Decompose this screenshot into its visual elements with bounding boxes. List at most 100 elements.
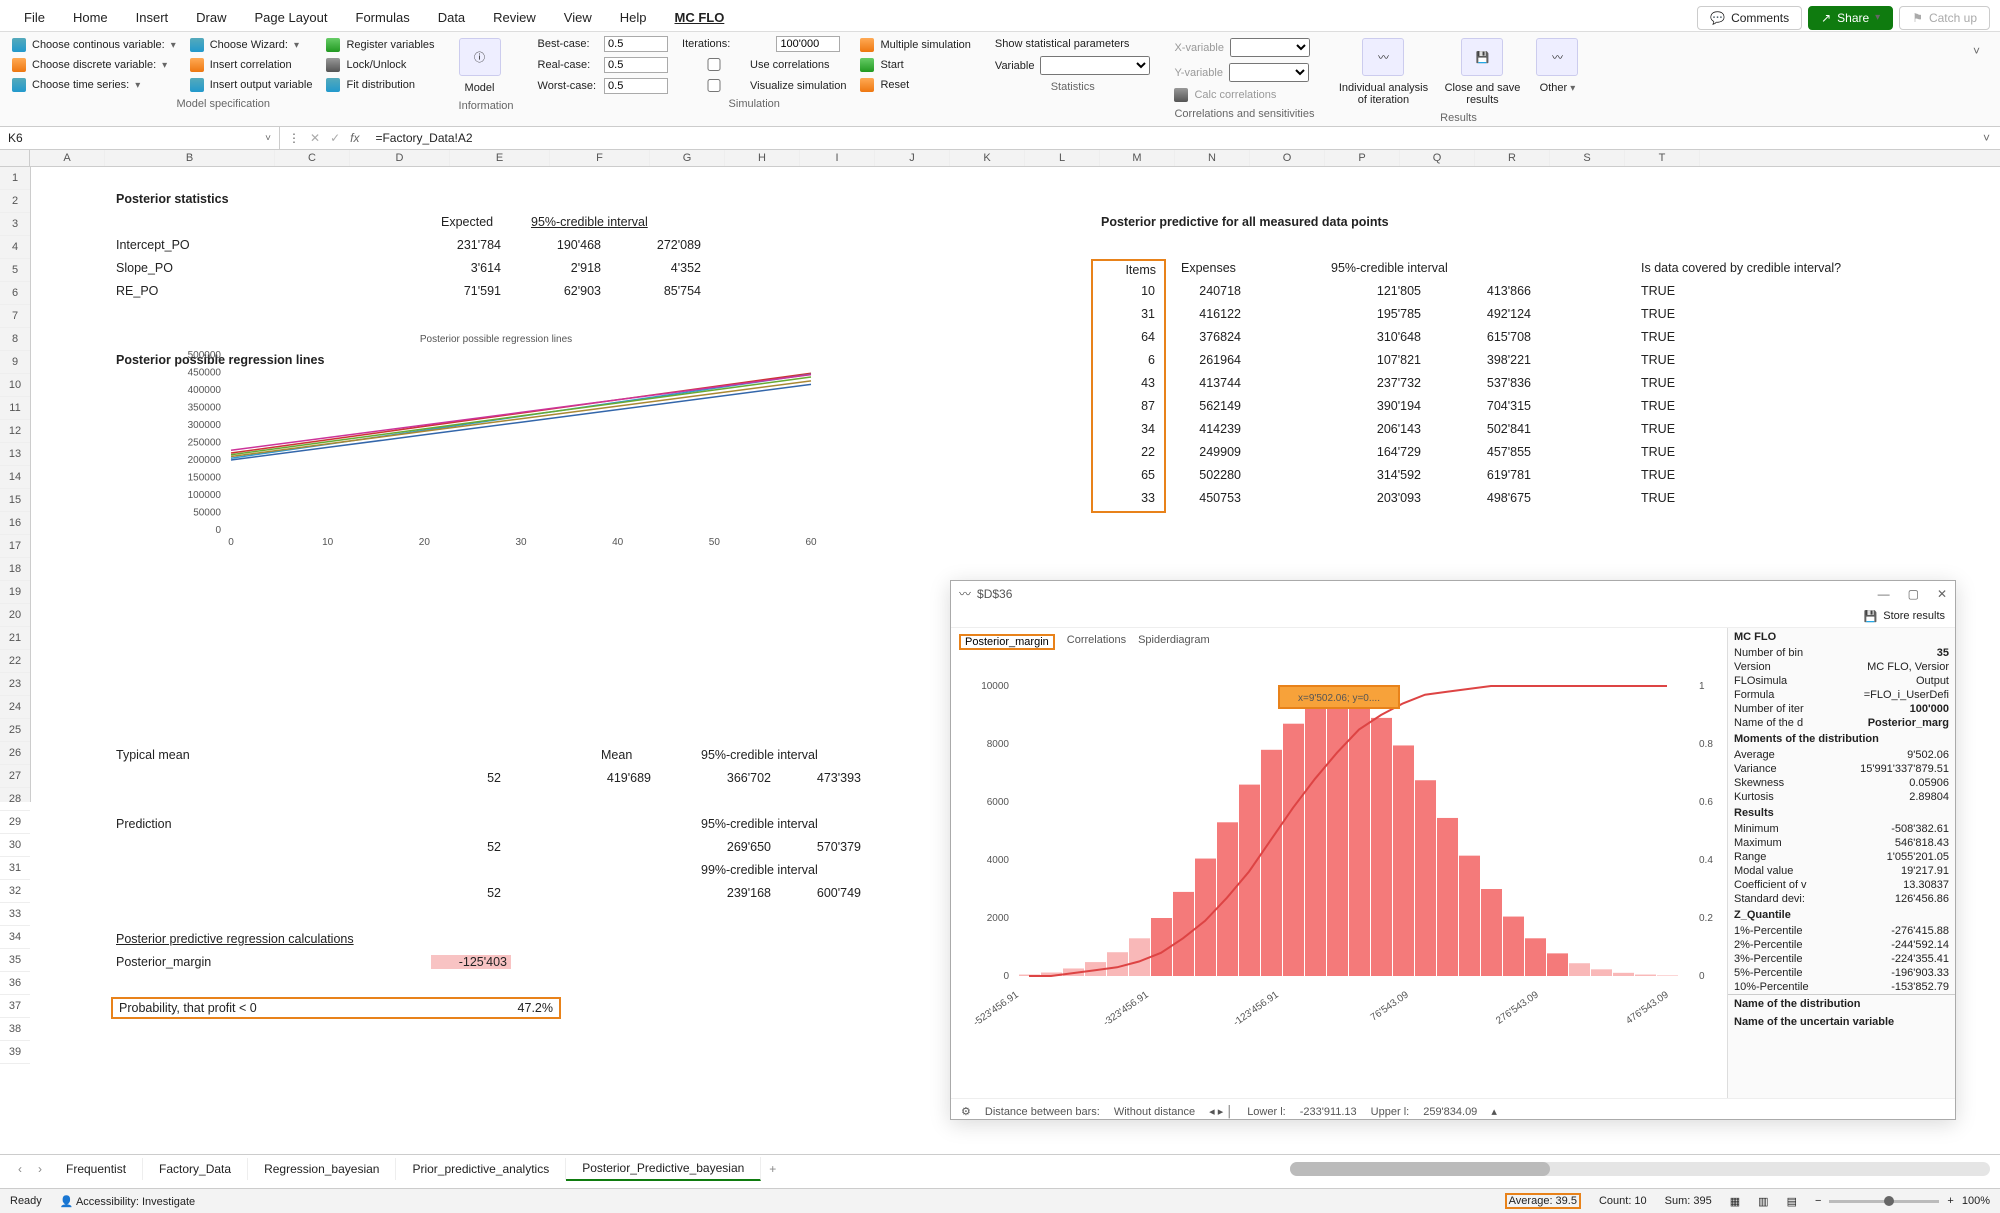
tab-mcflo[interactable]: MC FLO xyxy=(661,4,739,31)
other[interactable]: 〰 xyxy=(1536,38,1578,76)
iter-input[interactable] xyxy=(776,36,840,52)
comments-button[interactable]: 💬Comments xyxy=(1697,6,1802,30)
col-P[interactable]: P xyxy=(1325,150,1400,166)
col-J[interactable]: J xyxy=(875,150,950,166)
col-T[interactable]: T xyxy=(1625,150,1700,166)
share-button[interactable]: ↗Share▾ xyxy=(1808,6,1893,30)
sheet-prior[interactable]: Prior_predictive_analytics xyxy=(396,1158,566,1180)
col-L[interactable]: L xyxy=(1025,150,1100,166)
tab-draw[interactable]: Draw xyxy=(182,4,240,31)
multi-sim[interactable]: Multiple simulation xyxy=(860,38,970,52)
dlg-tab-spider[interactable]: Spiderdiagram xyxy=(1138,634,1210,650)
sheet-post[interactable]: Posterior_Predictive_bayesian xyxy=(566,1157,761,1181)
vizsim-check[interactable] xyxy=(682,79,746,92)
choose-timeseries[interactable]: Choose time series:▾ xyxy=(12,78,176,92)
indiv-analysis[interactable]: 〰 xyxy=(1362,38,1404,76)
col-B[interactable]: B xyxy=(105,150,275,166)
tab-data[interactable]: Data xyxy=(424,4,479,31)
view-page-icon[interactable]: ▥ xyxy=(1758,1195,1768,1208)
tab-insert[interactable]: Insert xyxy=(122,4,183,31)
choose-continuous[interactable]: Choose continous variable:▾ xyxy=(12,38,176,52)
zoom-in[interactable]: + xyxy=(1947,1195,1953,1207)
tab-help[interactable]: Help xyxy=(606,4,661,31)
col-C[interactable]: C xyxy=(275,150,350,166)
show-stats[interactable]: Show statistical parameters xyxy=(995,38,1151,50)
lock-unlock[interactable]: Lock/Unlock xyxy=(326,58,434,72)
calc-corr[interactable]: Calc correlations xyxy=(1174,88,1310,102)
add-sheet[interactable]: + xyxy=(761,1160,784,1178)
yvar-select[interactable] xyxy=(1229,63,1309,82)
col-S[interactable]: S xyxy=(1550,150,1625,166)
ul-value[interactable]: 259'834.09 xyxy=(1423,1106,1477,1118)
reset-sim[interactable]: Reset xyxy=(860,78,970,92)
col-D[interactable]: D xyxy=(350,150,450,166)
zoom-slider[interactable] xyxy=(1829,1200,1939,1203)
maximize-icon[interactable]: ▢ xyxy=(1908,587,1919,601)
catchup-button[interactable]: ⚑Catch up xyxy=(1899,6,1990,30)
register-vars[interactable]: Register variables xyxy=(326,38,434,52)
col-M[interactable]: M xyxy=(1100,150,1175,166)
col-K[interactable]: K xyxy=(950,150,1025,166)
name-box[interactable]: K6 xyxy=(8,131,23,145)
stats-variable[interactable]: Variable xyxy=(995,56,1151,75)
xvar-select[interactable] xyxy=(1230,38,1310,57)
formula-input[interactable]: =Factory_Data!A2 xyxy=(367,127,1973,149)
sheet-freq[interactable]: Frequentist xyxy=(50,1158,143,1180)
tab-formulas[interactable]: Formulas xyxy=(342,4,424,31)
store-results[interactable]: Store results xyxy=(1883,610,1945,623)
col-A[interactable]: A xyxy=(30,150,105,166)
model-button[interactable]: ⓘ xyxy=(459,38,501,76)
next-sheet[interactable]: › xyxy=(30,1160,50,1178)
tab-pagelayout[interactable]: Page Layout xyxy=(241,4,342,31)
expand-icon[interactable]: ˅ xyxy=(1973,127,2000,149)
insert-output[interactable]: Insert output variable xyxy=(190,78,313,92)
col-H[interactable]: H xyxy=(725,150,800,166)
settings-icon[interactable]: ⚙ xyxy=(961,1105,971,1118)
chevron-down-icon[interactable]: ˅ xyxy=(265,133,271,144)
hscroll[interactable] xyxy=(1290,1162,1990,1176)
close-icon[interactable]: ✕ xyxy=(1937,587,1947,601)
tab-view[interactable]: View xyxy=(550,4,606,31)
zoom-level[interactable]: 100% xyxy=(1962,1195,1990,1207)
up-icon[interactable]: ▴ xyxy=(1491,1105,1497,1118)
select-all[interactable] xyxy=(0,150,30,166)
col-Q[interactable]: Q xyxy=(1400,150,1475,166)
col-O[interactable]: O xyxy=(1250,150,1325,166)
tab-file[interactable]: File xyxy=(10,4,59,31)
ribbon-collapse[interactable]: ˅ xyxy=(1965,36,1988,126)
tab-home[interactable]: Home xyxy=(59,4,122,31)
zoom-out[interactable]: − xyxy=(1815,1195,1821,1207)
close-save[interactable]: 💾 xyxy=(1461,38,1503,76)
stats-select[interactable] xyxy=(1040,56,1150,75)
worst-input[interactable] xyxy=(604,78,668,94)
sheet-factory[interactable]: Factory_Data xyxy=(143,1158,248,1180)
ll-value[interactable]: -233'911.13 xyxy=(1300,1106,1357,1118)
minimize-icon[interactable]: — xyxy=(1878,587,1890,601)
col-R[interactable]: R xyxy=(1475,150,1550,166)
view-break-icon[interactable]: ▤ xyxy=(1787,1195,1797,1208)
real-input[interactable] xyxy=(604,57,668,73)
accessibility[interactable]: 👤 Accessibility: Investigate xyxy=(60,1195,195,1208)
best-input[interactable] xyxy=(604,36,668,52)
prev-sheet[interactable]: ‹ xyxy=(10,1160,30,1178)
fit-dist[interactable]: Fit distribution xyxy=(326,78,434,92)
dist-value[interactable]: Without distance xyxy=(1114,1106,1195,1118)
usecorr-check[interactable] xyxy=(682,58,746,71)
col-I[interactable]: I xyxy=(800,150,875,166)
accept-icon[interactable]: ✓ xyxy=(330,131,340,145)
start-sim[interactable]: Start xyxy=(860,58,970,72)
cancel-icon[interactable]: ✕ xyxy=(310,131,320,145)
col-F[interactable]: F xyxy=(550,150,650,166)
tab-review[interactable]: Review xyxy=(479,4,550,31)
col-G[interactable]: G xyxy=(650,150,725,166)
col-E[interactable]: E xyxy=(450,150,550,166)
choose-wizard[interactable]: Choose Wizard:▾ xyxy=(190,38,313,52)
insert-correlation[interactable]: Insert correlation xyxy=(190,58,313,72)
dlg-tab-corr[interactable]: Correlations xyxy=(1067,634,1126,650)
view-normal-icon[interactable]: ▦ xyxy=(1730,1195,1740,1208)
fx-icon[interactable]: fx xyxy=(350,131,359,145)
choose-discrete[interactable]: Choose discrete variable:▾ xyxy=(12,58,176,72)
sheet-regbayes[interactable]: Regression_bayesian xyxy=(248,1158,396,1180)
dlg-tab-pm[interactable]: Posterior_margin xyxy=(959,634,1055,650)
col-N[interactable]: N xyxy=(1175,150,1250,166)
